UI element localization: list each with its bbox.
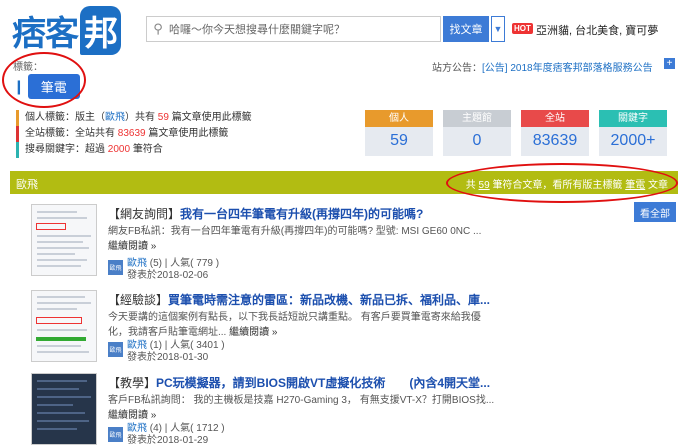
site-notice: 站方公告：[公告] 2018年度痞客邦部落格服務公告 <box>432 59 653 74</box>
notice-prefix: 站方公告： <box>432 63 482 74</box>
stat-value: 83639 <box>532 132 578 149</box>
article-excerpt: 網友FB私訊：我有一台四年筆電有升級(再撐四年)的可能嗎? 型號: MSI GE… <box>108 224 481 254</box>
stat-personal[interactable]: 個人 59 <box>365 110 433 156</box>
excerpt-line: 今天要講的這個案例有點長，以下我長話短說只講重點。 有客戶要買筆電寄來給我優 <box>108 312 481 323</box>
highlight-circle <box>446 163 678 203</box>
article-meta: 歐飛 (5) | 人氣( 779 ) 發表於2018-02-06 <box>127 258 220 281</box>
article-excerpt: 客戶FB私訊詢問： 我的主機板是技嘉 H270-Gaming 3， 有無支援VT… <box>108 393 494 423</box>
info-text: ）共有 <box>125 112 155 123</box>
publish-date: 發表於2018-01-30 <box>127 352 209 363</box>
article-category: 【網友詢問】 <box>108 207 181 221</box>
excerpt-text: 化，我請客戶貼筆電網址... <box>108 327 227 338</box>
hot-keywords[interactable]: 亞洲貓, 台北美食, 寶可夢 <box>536 22 658 38</box>
article-excerpt: 今天要講的這個案例有點長，以下我長話短說只講重點。 有客戶要買筆電寄來給我優 化… <box>108 310 481 340</box>
stat-keyword[interactable]: 關鍵字 2000+ <box>599 110 667 156</box>
stat-label: 全站 <box>521 110 589 127</box>
excerpt-line: 客戶FB私訊詢問： 我的主機板是技嘉 H270-Gaming 3， 有無支援VT… <box>108 395 495 406</box>
logo-text: 痞客 <box>12 14 79 54</box>
stat-value: 2000+ <box>610 132 656 149</box>
article-item: 【教學】PC玩模擬器，請到BIOS開啟VT虛擬化技術 (內含4開天堂... 客戶… <box>28 373 640 448</box>
info-number: 83639 <box>117 128 146 139</box>
info-number: 2000 <box>107 144 131 155</box>
article-title-text: 買筆電時需注意的雷區：新品改機、新品已拆、福利品、庫... <box>168 293 491 307</box>
popularity: 人氣( 3401 ) <box>170 340 225 351</box>
article-item: 【經驗談】買筆電時需注意的雷區：新品改機、新品已拆、福利品、庫... 今天要講的… <box>28 290 640 372</box>
article-meta: 歐飛 (1) | 人氣( 3401 ) 發表於2018-01-30 <box>127 340 225 363</box>
article-title-text: 我有一台四年筆電有升級(再撐四年)的可能嗎? <box>180 207 424 221</box>
info-text: 篇文章使用此標籤 <box>148 128 229 139</box>
tag-info: 個人標籤：版主（歐飛）共有 59 篇文章使用此標籤 全站標籤：全站共有 8363… <box>16 110 252 158</box>
info-row-personal: 個人標籤：版主（歐飛）共有 59 篇文章使用此標籤 <box>16 110 252 126</box>
search-input[interactable]: ⚲ 哈囉～你今天想搜尋什麼關鍵字呢？ <box>146 16 441 42</box>
read-more-link[interactable]: 繼續閱讀 » <box>108 408 494 423</box>
logo-bubble: 邦 <box>80 6 121 55</box>
publish-date: 發表於2018-01-29 <box>127 435 209 446</box>
stat-value: 0 <box>472 132 482 149</box>
info-text: 個人標籤：版主（ <box>25 112 105 123</box>
author-link[interactable]: 歐飛 <box>127 340 147 351</box>
stat-value: 59 <box>390 132 408 149</box>
info-row-site: 全站標籤：全站共有 83639 篇文章使用此標籤 <box>16 126 252 142</box>
hot-badge: HOT <box>512 23 533 34</box>
article-title[interactable]: 【教學】PC玩模擬器，請到BIOS開啟VT虛擬化技術 (內含4開天堂... <box>108 374 490 391</box>
publish-date: 發表於2018-02-06 <box>127 270 209 281</box>
comment-count: (1) <box>149 340 163 351</box>
popularity: 人氣( 779 ) <box>170 258 220 269</box>
avatar[interactable]: 歐飛 <box>108 427 123 442</box>
article-title[interactable]: 【經驗談】買筆電時需注意的雷區：新品改機、新品已拆、福利品、庫... <box>108 291 490 308</box>
avatar[interactable]: 歐飛 <box>108 342 123 357</box>
bar-author[interactable]: 歐飛 <box>16 176 38 192</box>
popularity: 人氣( 1712 ) <box>170 423 225 434</box>
article-thumbnail[interactable] <box>31 373 97 445</box>
stat-site[interactable]: 全站 83639 <box>521 110 589 156</box>
see-all-button[interactable]: 看全部 <box>634 202 676 222</box>
article-meta: 歐飛 (4) | 人氣( 1712 ) 發表於2018-01-29 <box>127 423 225 446</box>
article-title-text: PC玩模擬器，請到BIOS開啟VT虛擬化技術 (內含4開天堂... <box>156 376 491 390</box>
stat-label: 主題館 <box>443 110 511 127</box>
info-number: 59 <box>157 112 169 123</box>
plus-icon[interactable]: + <box>664 58 675 69</box>
search-placeholder: 哈囉～你今天想搜尋什麼關鍵字呢？ <box>169 24 345 36</box>
search-icon: ⚲ <box>153 21 163 36</box>
search-button[interactable]: 找文章 <box>443 16 489 42</box>
article-category: 【教學】 <box>108 376 157 390</box>
stat-theme[interactable]: 主題館 0 <box>443 110 511 156</box>
info-text: 筆符合 <box>132 144 163 155</box>
info-text: 篇文章使用此標籤 <box>171 112 252 123</box>
comment-count: (4) <box>149 423 163 434</box>
article-thumbnail[interactable] <box>31 204 97 276</box>
notice-link[interactable]: [公告] 2018年度痞客邦部落格服務公告 <box>482 63 653 74</box>
article-thumbnail[interactable] <box>31 290 97 362</box>
article-item: 【網友詢問】我有一台四年筆電有升級(再撐四年)的可能嗎? 網友FB私訊：我有一台… <box>28 204 640 286</box>
stat-label: 個人 <box>365 110 433 127</box>
author-link[interactable]: 歐飛 <box>127 258 147 269</box>
comment-count: (5) <box>149 258 163 269</box>
site-logo[interactable]: 痞客邦 <box>12 6 121 55</box>
article-title[interactable]: 【網友詢問】我有一台四年筆電有升級(再撐四年)的可能嗎? <box>108 205 423 222</box>
info-text: 搜尋關鍵字：超過 <box>25 144 105 155</box>
excerpt-line: 化，我請客戶貼筆電網址... 繼續閱讀 » <box>108 325 481 340</box>
chevron-down-icon[interactable]: ▼ <box>491 16 505 42</box>
info-row-keyword: 搜尋關鍵字：超過 2000 筆符合 <box>16 142 252 158</box>
excerpt-line: 網友FB私訊：我有一台四年筆電有升級(再撐四年)的可能嗎? 型號: MSI GE… <box>108 226 482 237</box>
article-category: 【經驗談】 <box>108 293 169 307</box>
author-link[interactable]: 歐飛 <box>105 112 125 123</box>
read-more-link[interactable]: 繼續閱讀 » <box>229 327 277 338</box>
avatar[interactable]: 歐飛 <box>108 260 123 275</box>
stat-label: 關鍵字 <box>599 110 667 127</box>
read-more-link[interactable]: 繼續閱讀 » <box>108 239 481 254</box>
author-link[interactable]: 歐飛 <box>127 423 147 434</box>
info-text: 全站標籤：全站共有 <box>25 128 115 139</box>
highlight-circle <box>2 52 86 108</box>
